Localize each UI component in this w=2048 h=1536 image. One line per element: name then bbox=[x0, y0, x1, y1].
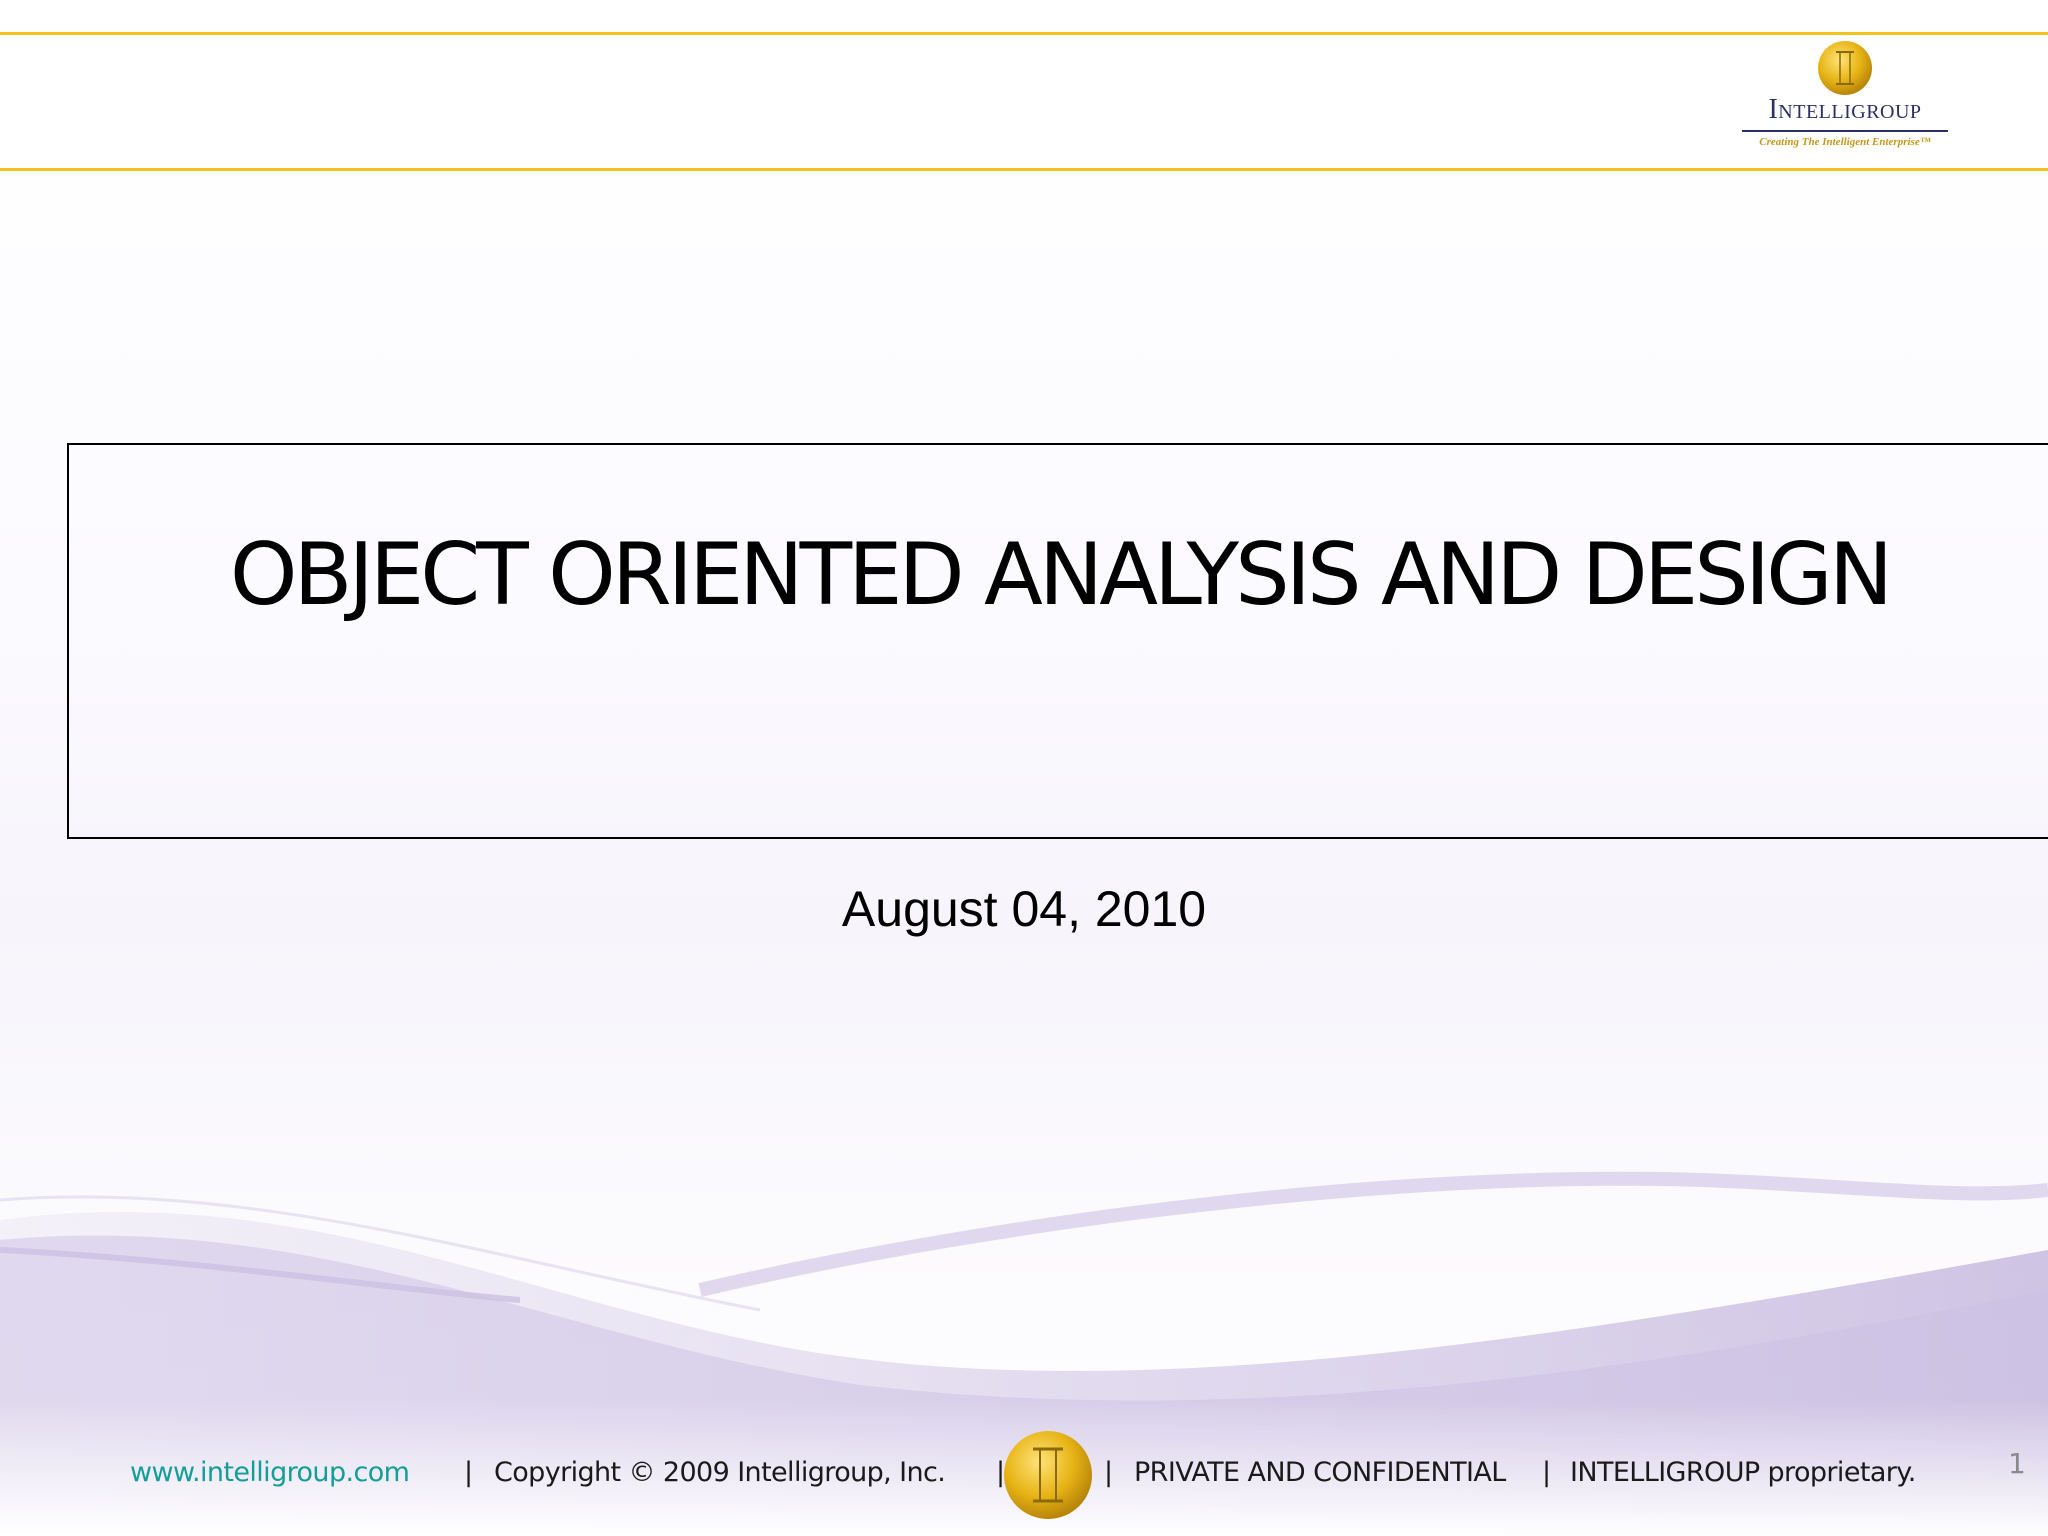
footer-separator: | bbox=[1104, 1457, 1113, 1488]
logo-tagline: Creating The Intelligent Enterprise™ bbox=[1759, 136, 1931, 148]
logo-medallion-icon bbox=[1818, 41, 1872, 95]
logo-wordmark: Intelligroup bbox=[1768, 94, 1922, 125]
footer-copyright: Copyright © 2009 Intelligroup, Inc. bbox=[494, 1457, 946, 1488]
header-top-rule bbox=[0, 32, 2048, 35]
slide: Intelligroup Creating The Intelligent En… bbox=[0, 0, 2048, 1536]
logo-underline bbox=[1742, 130, 1948, 132]
page-number: 1 bbox=[2008, 1447, 2026, 1480]
footer-separator: | bbox=[1542, 1457, 1551, 1488]
footer-medallion-icon bbox=[1004, 1431, 1092, 1519]
footer-proprietary: INTELLIGROUP proprietary. bbox=[1570, 1457, 1916, 1488]
slide-date: August 04, 2010 bbox=[841, 881, 1207, 937]
title-box: OBJECT ORIENTED ANALYSIS AND DESIGN bbox=[67, 443, 2048, 839]
footer-url-link[interactable]: www.intelligroup.com bbox=[130, 1457, 410, 1488]
intelligroup-logo: Intelligroup Creating The Intelligent En… bbox=[1730, 38, 1960, 160]
footer-confidential: PRIVATE AND CONFIDENTIAL bbox=[1134, 1457, 1506, 1488]
header-bottom-rule bbox=[0, 168, 2048, 171]
footer: www.intelligroup.com | Copyright © 2009 … bbox=[0, 1431, 2048, 1536]
footer-separator: | bbox=[464, 1457, 473, 1488]
slide-title: OBJECT ORIENTED ANALYSIS AND DESIGN bbox=[229, 525, 1893, 625]
